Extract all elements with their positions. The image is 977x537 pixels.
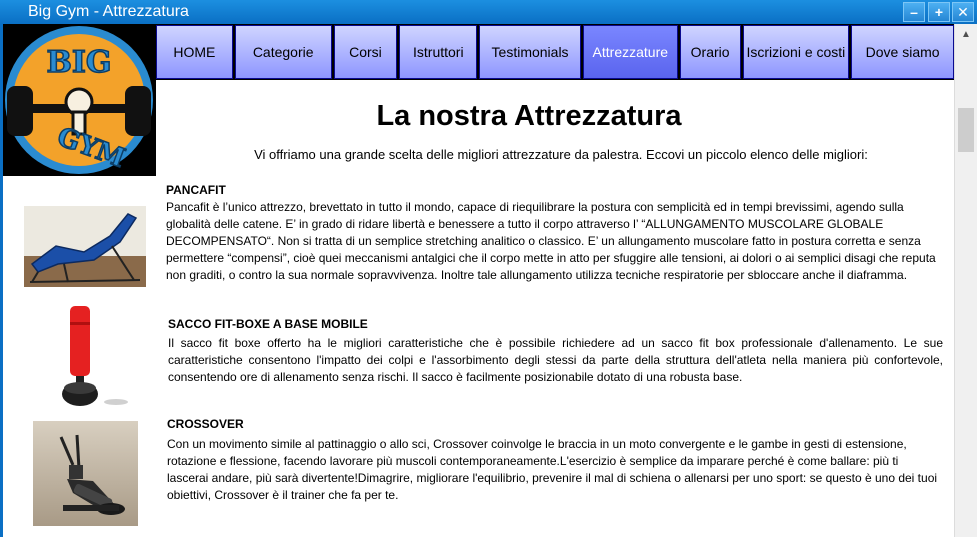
item-text-sacco: Il sacco fit boxe offerto ha le migliori… (168, 336, 943, 384)
scrollbar-thumb[interactable] (958, 108, 974, 152)
nav-categorie[interactable]: Categorie (234, 25, 332, 79)
nav-dove-siamo[interactable]: Dove siamo (851, 25, 954, 79)
crossover-image (33, 421, 138, 526)
nav-attrezzature[interactable]: Attrezzature (582, 25, 678, 79)
maximize-button[interactable]: + (928, 2, 950, 22)
main-nav: HOME Categorie Corsi Istruttori Testimon… (156, 24, 954, 80)
window-title: Big Gym - Attrezzatura (28, 3, 189, 20)
nav-corsi[interactable]: Corsi (333, 25, 398, 79)
item-text-pancafit: Pancafit è l’unico attrezzo, brevettato … (166, 200, 936, 282)
pancafit-image (24, 206, 146, 287)
vertical-scrollbar[interactable]: ▲ (954, 24, 977, 537)
logo-graphic: BIG GYM (5, 26, 153, 175)
page-title: La nostra Attrezzatura (376, 100, 682, 132)
gym-logo[interactable]: BIG GYM (3, 24, 156, 176)
nav-home[interactable]: HOME (156, 25, 233, 79)
window-titlebar[interactable]: Big Gym - Attrezzatura – + ✕ (0, 0, 977, 24)
nav-orario[interactable]: Orario (679, 25, 741, 79)
sacco-fitboxe-image (56, 302, 134, 410)
nav-istruttori[interactable]: Istruttori (399, 25, 478, 79)
minimize-button[interactable]: – (903, 2, 925, 22)
item-text-crossover: Con un movimento simile al pattinaggio o… (167, 437, 938, 502)
nav-testimonials[interactable]: Testimonials (479, 25, 581, 79)
item-title-sacco: SACCO FIT-BOXE A BASE MOBILE (168, 317, 368, 331)
close-button[interactable]: ✕ (952, 2, 974, 22)
nav-iscrizioni[interactable]: Iscrizioni e costi (742, 25, 850, 79)
item-title-pancafit: PANCAFIT (166, 183, 226, 197)
scroll-up-arrow-icon[interactable]: ▲ (955, 24, 977, 44)
item-title-crossover: CROSSOVER (167, 417, 244, 431)
logo-text-top: BIG (46, 45, 111, 80)
page-intro: Vi offriamo una grande scelta delle migl… (254, 147, 868, 162)
